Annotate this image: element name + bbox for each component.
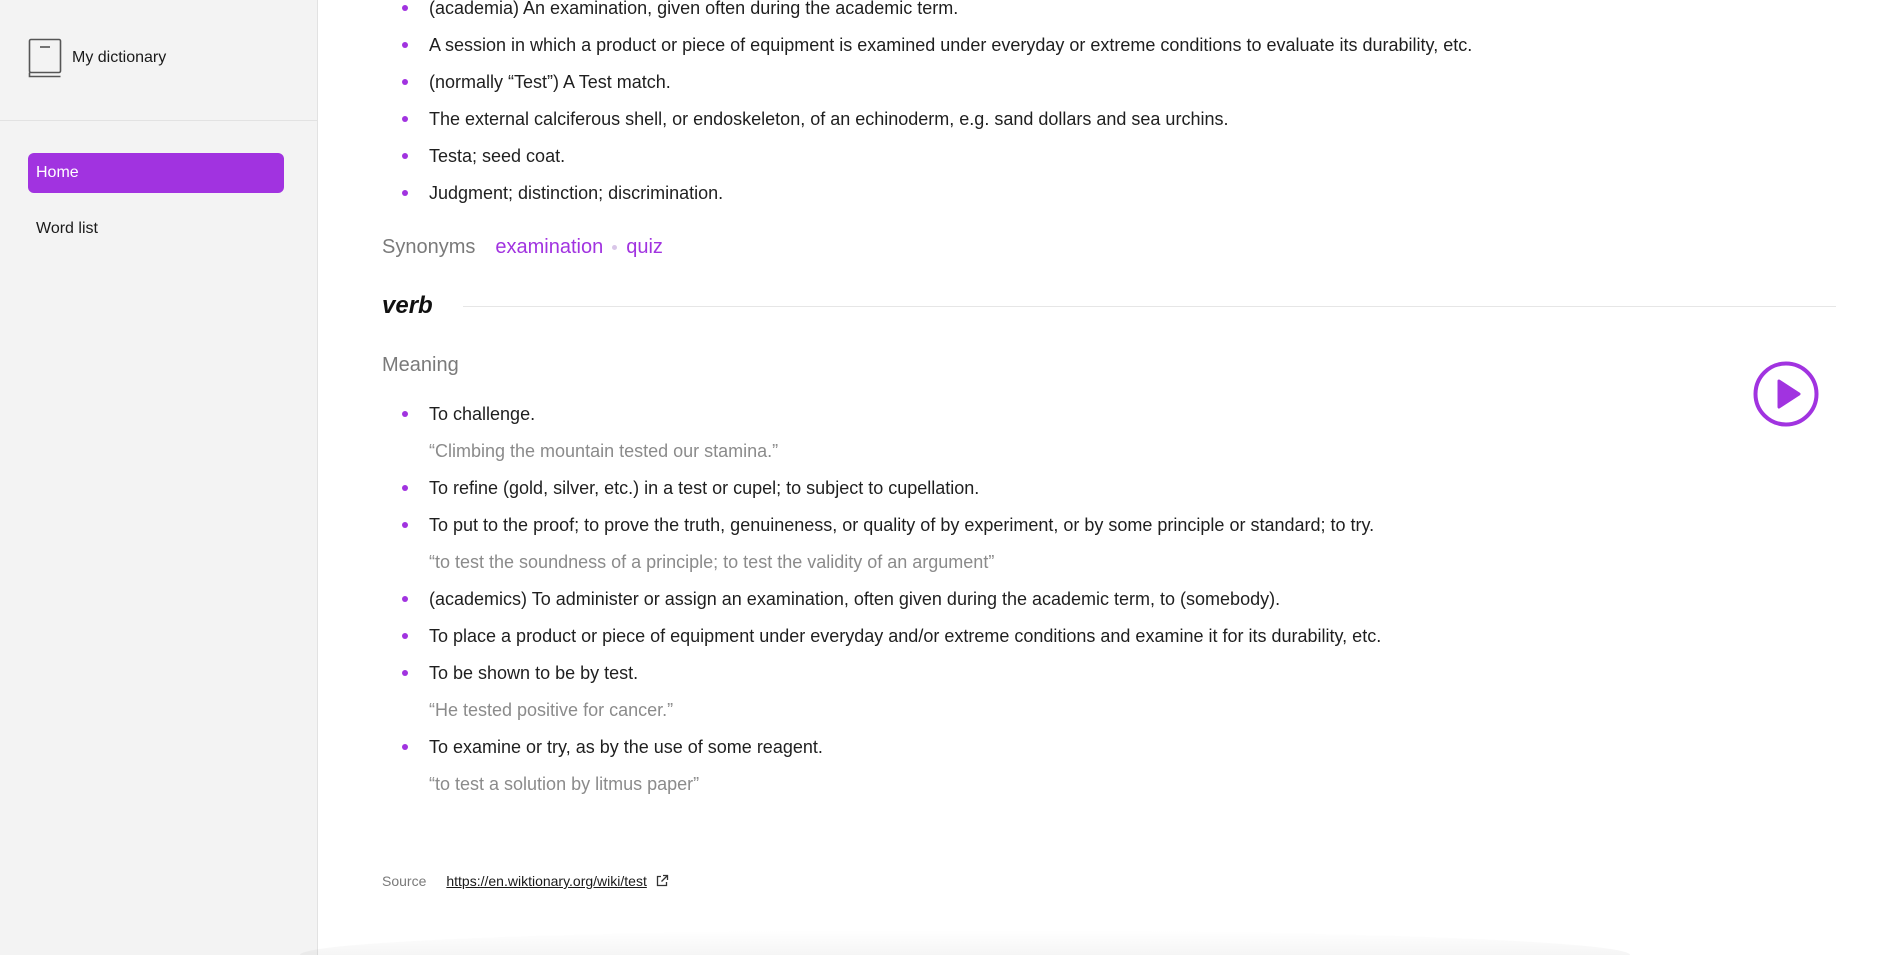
definition-item: To be shown to be by test. “He tested po… <box>382 655 1381 729</box>
bullet <box>402 522 408 528</box>
definition-text: (academia) An examination, given often d… <box>429 0 959 18</box>
definition-item: A session in which a product or piece of… <box>382 27 1472 64</box>
bullet <box>402 116 408 122</box>
sidebar-nav: Home Word list <box>28 153 284 265</box>
definition-example: “to test the soundness of a principle; t… <box>429 552 995 572</box>
definition-text: To refine (gold, silver, etc.) in a test… <box>429 478 980 498</box>
definition-item: To put to the proof; to prove the truth,… <box>382 507 1381 581</box>
bullet <box>402 633 408 639</box>
verb-definitions: To challenge. “Climbing the mountain tes… <box>382 396 1381 803</box>
app-title: My dictionary <box>72 49 167 66</box>
part-of-speech-header: verb <box>382 292 1836 320</box>
bullet <box>402 485 408 491</box>
definition-text: Testa; seed coat. <box>429 146 566 166</box>
synonyms-label: Synonyms <box>382 236 476 258</box>
definition-text: To place a product or piece of equipment… <box>429 626 1382 646</box>
definition-example: “to test a solution by litmus paper” <box>429 774 700 794</box>
definition-text: (academics) To administer or assign an e… <box>429 589 1281 609</box>
bullet <box>402 596 408 602</box>
bullet <box>402 42 408 48</box>
synonym-link[interactable]: examination <box>495 236 603 259</box>
divider <box>462 305 1836 307</box>
definition-example: “Climbing the mountain tested our stamin… <box>429 441 779 461</box>
source-row: Source https://en.wiktionary.org/wiki/te… <box>382 873 669 889</box>
definition-item: Testa; seed coat. <box>382 138 1472 175</box>
definition-item: The external calciferous shell, or endos… <box>382 101 1472 138</box>
definition-item: To refine (gold, silver, etc.) in a test… <box>382 470 1381 507</box>
bullet <box>402 5 408 11</box>
part-of-speech-title: verb <box>382 292 433 319</box>
definition-item: (normally “Test”) A Test match. <box>382 64 1472 101</box>
definition-text: To put to the proof; to prove the truth,… <box>429 515 1375 535</box>
bullet <box>402 190 408 196</box>
play-circle-icon[interactable] <box>1753 361 1819 427</box>
book-icon <box>28 38 62 78</box>
sidebar: My dictionary Home Word list <box>0 0 318 955</box>
sidebar-divider <box>0 120 317 121</box>
sidebar-item-word-list[interactable]: Word list <box>28 209 284 249</box>
source-link[interactable]: https://en.wiktionary.org/wiki/test <box>446 873 646 889</box>
synonym-link[interactable]: quiz <box>626 236 663 259</box>
bullet <box>402 744 408 750</box>
meaning-label: Meaning <box>382 354 459 376</box>
bullet <box>402 670 408 676</box>
definition-item: To examine or try, as by the use of some… <box>382 729 1381 803</box>
definition-item: (academia) An examination, given often d… <box>382 0 1472 27</box>
brand[interactable]: My dictionary <box>28 38 166 78</box>
definition-item: (academics) To administer or assign an e… <box>382 581 1381 618</box>
bullet <box>402 79 408 85</box>
definition-text: To examine or try, as by the use of some… <box>429 737 823 757</box>
definition-item: Judgment; distinction; discrimination. <box>382 175 1472 212</box>
sidebar-item-home[interactable]: Home <box>28 153 284 193</box>
definition-example: “He tested positive for cancer.” <box>429 700 674 720</box>
definition-text: To be shown to be by test. <box>429 663 639 683</box>
entry-content: (academia) An examination, given often d… <box>382 0 1852 955</box>
external-link-icon[interactable] <box>655 874 669 888</box>
definition-item: To place a product or piece of equipment… <box>382 618 1381 655</box>
source-label: Source <box>382 873 427 889</box>
definition-text: (normally “Test”) A Test match. <box>429 72 671 92</box>
definition-text: A session in which a product or piece of… <box>429 35 1473 55</box>
synonym-separator <box>612 245 618 250</box>
definition-item: To challenge. “Climbing the mountain tes… <box>382 396 1381 470</box>
definition-text: Judgment; distinction; discrimination. <box>429 183 724 203</box>
noun-definitions: (academia) An examination, given often d… <box>382 0 1472 212</box>
bullet <box>402 153 408 159</box>
definition-text: The external calciferous shell, or endos… <box>429 109 1229 129</box>
bullet <box>402 411 408 417</box>
synonyms-row: Synonyms examination quiz <box>382 236 663 259</box>
definition-text: To challenge. <box>429 404 536 424</box>
